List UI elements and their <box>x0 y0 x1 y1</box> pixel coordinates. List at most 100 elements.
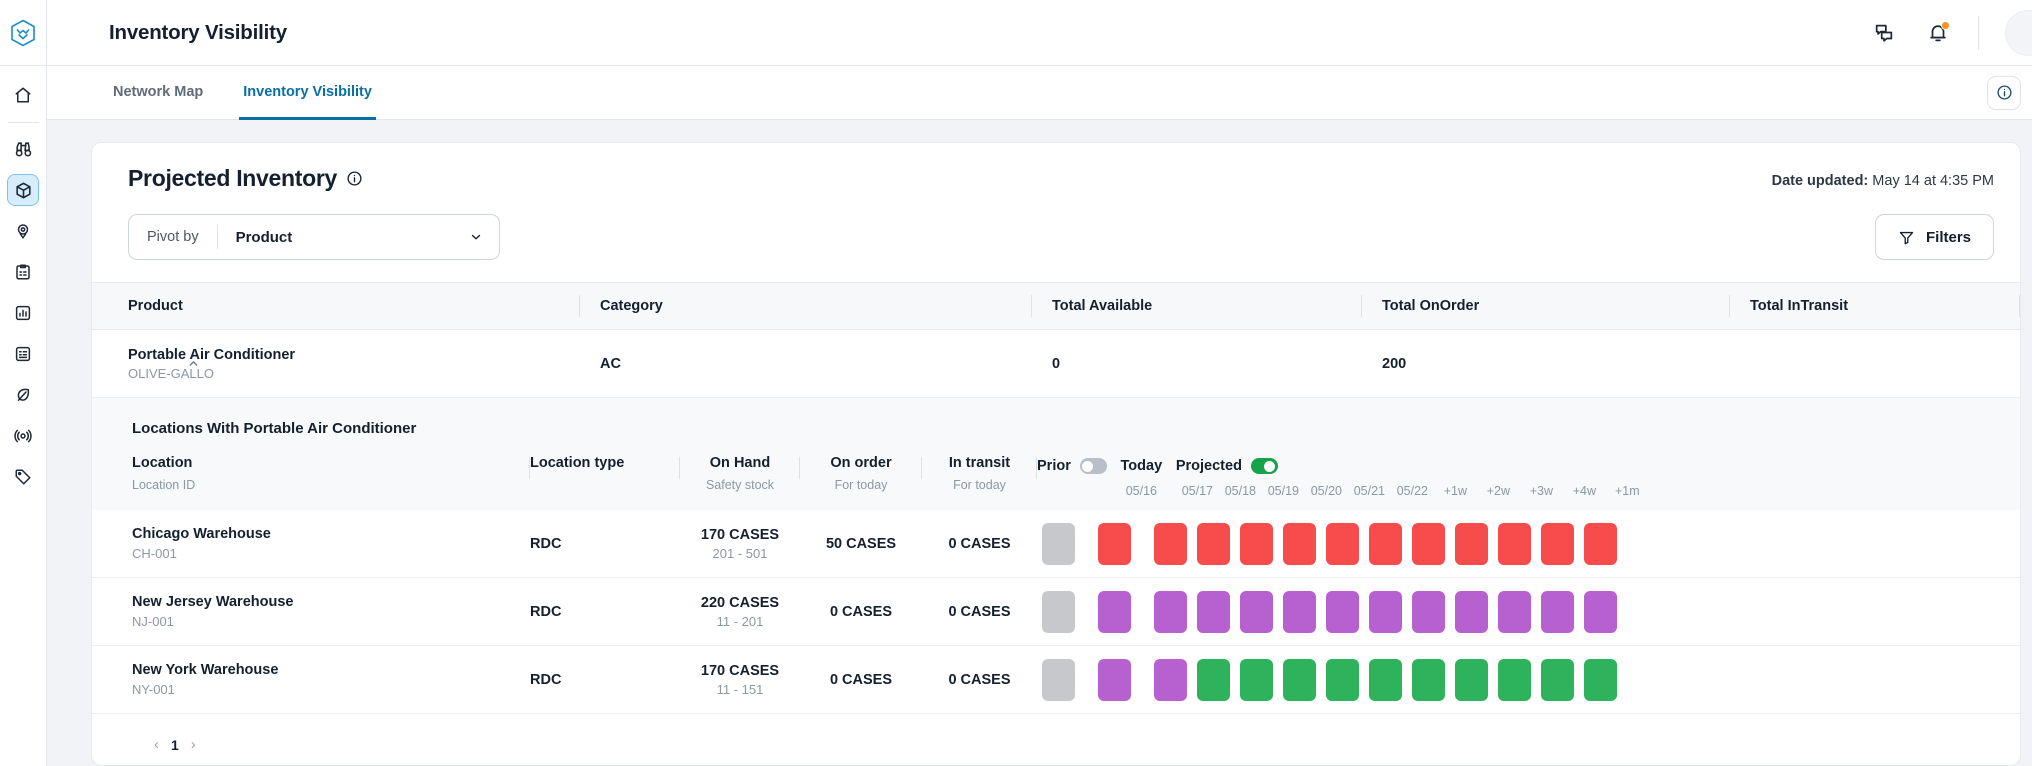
location-id: NY-001 <box>132 682 530 697</box>
pivot-by-label: Pivot by <box>129 229 217 245</box>
pagination-next[interactable]: › <box>191 736 196 753</box>
target-icon <box>14 427 32 445</box>
app-root: Inventory Visibility <box>0 0 2032 766</box>
status-chip <box>1197 591 1230 633</box>
sidebar-item-reports[interactable] <box>8 339 38 369</box>
cell-total-available: 0 <box>1032 330 1362 397</box>
projected-date: +1m <box>1606 484 1649 498</box>
date-updated-label: Date updated: <box>1772 173 1869 189</box>
column-header-total-intransit[interactable]: Total InTransit <box>1730 283 2020 329</box>
sidebar-item-home[interactable] <box>8 80 38 110</box>
column-header-location-type-label: Location type <box>530 455 680 471</box>
cell-in-transit: 0 CASES <box>922 604 1037 620</box>
cell-projected <box>1235 659 1278 701</box>
pagination-prev[interactable]: ‹ <box>154 736 159 753</box>
cell-projected <box>1364 523 1407 565</box>
table-row[interactable]: New York WarehouseNY-001RDC170 CASES11 -… <box>92 646 2020 714</box>
pagination-page[interactable]: 1 <box>171 737 179 753</box>
status-chip <box>1098 659 1131 701</box>
column-header-location[interactable]: Location Location ID <box>132 455 530 492</box>
today-group: Today <box>1121 455 1163 477</box>
projected-date: 05/18 <box>1219 484 1262 498</box>
expand-toggle[interactable] <box>184 355 202 373</box>
column-header-on-hand[interactable]: On Hand Safety stock <box>680 455 800 492</box>
column-header-product[interactable]: Product <box>128 283 580 329</box>
column-header-total-available[interactable]: Total Available <box>1032 283 1362 329</box>
sidebar-item-locations[interactable] <box>8 216 38 246</box>
projected-date: +2w <box>1477 484 1520 498</box>
notifications-button[interactable] <box>1924 19 1952 47</box>
chat-button[interactable] <box>1870 19 1898 47</box>
sidebar-item-discover[interactable] <box>8 134 38 164</box>
today-date: 05/16 <box>1120 484 1163 498</box>
sidebar-item-orders[interactable] <box>8 257 38 287</box>
cell-projected <box>1407 523 1450 565</box>
status-chip <box>1455 591 1488 633</box>
cell-location-type: RDC <box>530 536 680 552</box>
sidebar-item-labels[interactable] <box>8 462 38 492</box>
projected-toggle[interactable] <box>1251 458 1278 474</box>
cell-in-transit: 0 CASES <box>922 672 1037 688</box>
cell-on-order: 50 CASES <box>800 536 922 552</box>
cell-projected <box>1149 523 1192 565</box>
location-id: CH-001 <box>132 546 530 561</box>
status-chip <box>1283 591 1316 633</box>
pivot-by-select[interactable]: Pivot by Product <box>128 214 500 260</box>
cell-prior <box>1037 523 1080 565</box>
timeline-projected: Projected 05/1705/1805/1905/2005/2105/22… <box>1176 455 1649 498</box>
cell-location-type: RDC <box>530 604 680 620</box>
cell-projected <box>1235 523 1278 565</box>
status-chip <box>1154 659 1187 701</box>
status-chip <box>1154 591 1187 633</box>
sidebar-item-control-tower[interactable] <box>8 421 38 451</box>
cell-projected <box>1450 659 1493 701</box>
cell-projected <box>1192 659 1235 701</box>
date-updated: Date updated: May 14 at 4:35 PM <box>1772 165 1994 189</box>
tab-network-map[interactable]: Network Map <box>109 67 207 120</box>
projected-toggle-knob <box>1264 461 1275 472</box>
status-chip <box>1042 523 1075 565</box>
projected-date: 05/22 <box>1391 484 1434 498</box>
info-icon[interactable] <box>346 170 363 187</box>
column-header-category[interactable]: Category <box>580 283 1032 329</box>
status-chip <box>1498 591 1531 633</box>
help-info-button[interactable] <box>1987 76 2021 110</box>
top-bar-divider <box>1978 16 1979 50</box>
tab-inventory-visibility[interactable]: Inventory Visibility <box>239 67 376 120</box>
status-chip <box>1326 591 1359 633</box>
locations-header-row: Location Location ID Location type On Ha… <box>92 437 2020 510</box>
chat-icon <box>1873 22 1895 44</box>
prior-toggle[interactable] <box>1080 458 1107 474</box>
leaf-icon <box>14 386 32 404</box>
sidebar-item-sustainability[interactable] <box>8 380 38 410</box>
sidebar-item-analytics[interactable] <box>8 298 38 328</box>
column-header-location-label: Location <box>132 455 530 471</box>
cell-projected <box>1579 659 1622 701</box>
status-chip <box>1098 591 1131 633</box>
today-dates: 05/16 <box>1120 484 1163 498</box>
app-logo[interactable] <box>0 0 46 66</box>
column-header-in-transit-sub: For today <box>953 478 1006 492</box>
cell-total-onorder: 200 <box>1362 330 1730 397</box>
locations-section: Locations With Portable Air Conditioner … <box>92 398 2020 714</box>
chevron-up-icon <box>187 357 200 370</box>
filters-button[interactable]: Filters <box>1875 214 1994 260</box>
cell-today <box>1093 659 1136 701</box>
table-row[interactable]: Chicago WarehouseCH-001RDC170 CASES201 -… <box>92 510 2020 578</box>
column-header-in-transit[interactable]: In transit For today <box>922 455 1037 492</box>
cell-projected <box>1364 591 1407 633</box>
sidebar-item-inventory[interactable] <box>8 175 38 205</box>
cell-projected <box>1450 591 1493 633</box>
status-chip <box>1584 523 1617 565</box>
avatar[interactable] <box>2005 10 2032 56</box>
column-header-location-type[interactable]: Location type <box>530 455 680 471</box>
status-chip <box>1369 659 1402 701</box>
table-row[interactable]: Portable Air Conditioner OLIVE-GALLO AC … <box>92 330 2020 398</box>
location-pin-icon <box>14 222 32 240</box>
status-chip <box>1154 523 1187 565</box>
prior-toggle-knob <box>1082 461 1093 472</box>
table-row[interactable]: New Jersey WarehouseNJ-001RDC220 CASES11… <box>92 578 2020 646</box>
column-header-total-onorder[interactable]: Total OnOrder <box>1362 283 1730 329</box>
column-header-on-order[interactable]: On order For today <box>800 455 922 492</box>
timeline-header: Prior Today <box>1037 455 1649 498</box>
